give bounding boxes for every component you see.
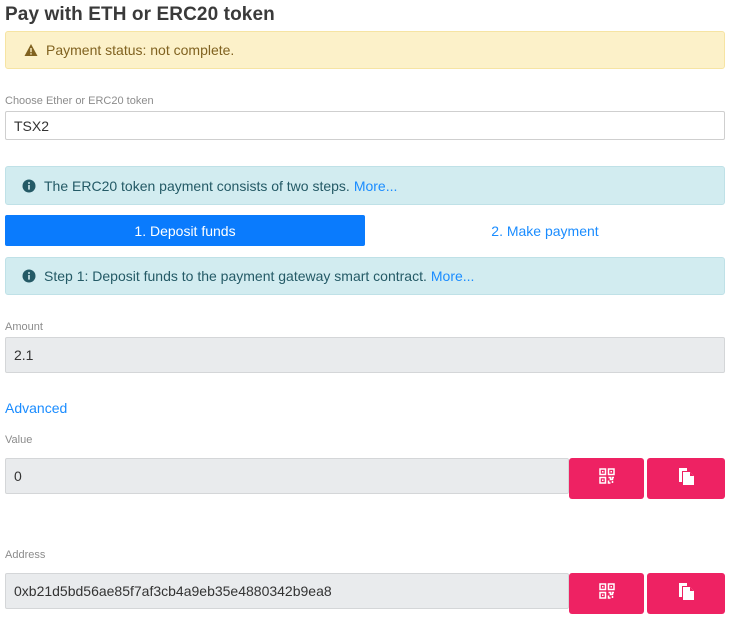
info-icon <box>22 269 36 283</box>
copy-icon <box>677 582 695 606</box>
erc20-info-text: The ERC20 token payment consists of two … <box>44 177 350 194</box>
tab-make-payment[interactable]: 2. Make payment <box>365 215 725 246</box>
warning-icon <box>24 43 38 57</box>
erc20-info-alert: The ERC20 token payment consists of two … <box>5 166 725 205</box>
step1-info-text: Step 1: Deposit funds to the payment gat… <box>44 268 427 284</box>
address-field[interactable]: 0xb21d5bd56ae85f7af3cb4a9eb35e4880342b9e… <box>5 573 569 609</box>
amount-label: Amount <box>5 321 43 333</box>
advanced-link[interactable]: Advanced <box>5 400 67 416</box>
token-label: Choose Ether or ERC20 token <box>5 95 154 107</box>
token-value: TSX2 <box>14 117 50 134</box>
token-select[interactable]: TSX2 <box>5 111 725 140</box>
erc20-more-link[interactable]: More... <box>354 178 398 194</box>
copy-icon <box>677 467 695 491</box>
info-icon <box>22 179 36 193</box>
payment-status-alert: Payment status: not complete. <box>5 31 725 69</box>
value-label: Value <box>5 434 33 446</box>
value-value: 0 <box>14 468 22 484</box>
address-label: Address <box>5 549 46 561</box>
qr-code-icon <box>598 583 615 604</box>
address-copy-button[interactable] <box>647 573 725 614</box>
value-qr-button[interactable] <box>569 458 644 499</box>
value-field[interactable]: 0 <box>5 458 569 494</box>
payment-status-text: Payment status: not complete. <box>46 42 235 58</box>
amount-value: 2.1 <box>14 347 34 363</box>
amount-field[interactable]: 2.1 <box>5 337 725 373</box>
tab-deposit-funds[interactable]: 1. Deposit funds <box>5 215 365 246</box>
step1-info-alert: Step 1: Deposit funds to the payment gat… <box>5 257 725 295</box>
page-title: Pay with ETH or ERC20 token <box>5 4 275 25</box>
qr-code-icon <box>598 468 615 489</box>
step1-more-link[interactable]: More... <box>431 268 475 284</box>
address-qr-button[interactable] <box>569 573 644 614</box>
value-copy-button[interactable] <box>647 458 725 499</box>
address-value: 0xb21d5bd56ae85f7af3cb4a9eb35e4880342b9e… <box>14 583 332 599</box>
